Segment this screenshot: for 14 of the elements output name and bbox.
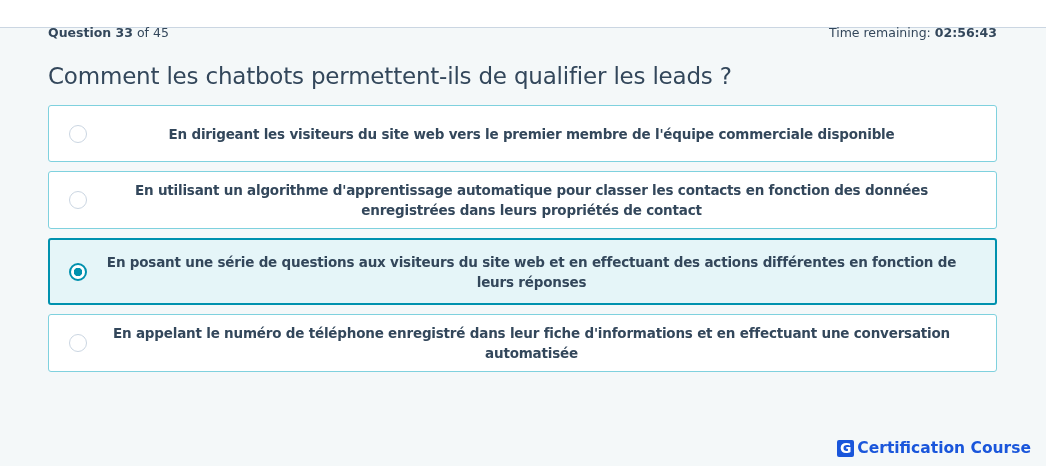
answer-option[interactable]: En utilisant un algorithme d'apprentissage automatique pour classer les contacts en fonction des données enregistrées dans leurs propriétés de contact [48, 171, 997, 229]
answer-option[interactable]: En dirigeant les visiteurs du site web vers le premier membre de l'équipe commerciale disponible [48, 105, 997, 162]
answer-text: En appelant le numéro de téléphone enregistré dans leur fiche d'informations et en effectuant une conversation automatisée [112, 324, 951, 363]
answer-text: En posant une série de questions aux visiteurs du site web et en effectuant des actions différentes en fonction de leurs réponses [105, 252, 958, 292]
radio-button[interactable] [69, 262, 87, 281]
question-counter: Question 33 of 45 [48, 25, 169, 41]
time-remaining: Time remaining: 02:56:43 [828, 25, 997, 41]
answer-text: En utilisant un algorithme d'apprentissage automatique pour classer les contacts en fonction des données enregistrées dans leurs propriétés de contact [133, 181, 930, 220]
logo-icon: G [837, 439, 855, 457]
answer-text: En dirigeant les visiteurs du site web vers le premier membre de l'équipe commerciale disponible [167, 124, 896, 144]
answer-option[interactable]: En appelant le numéro de téléphone enregistré dans leur fiche d'informations et en effectuant une conversation automatisée [48, 314, 997, 372]
answer-option[interactable]: En posant une série de questions aux visiteurs du site web et en effectuant des actions différentes en fonction de leurs réponses [48, 238, 997, 305]
question-text: Comment les chatbots permettent-ils de qualifier les leads ? [48, 63, 733, 89]
brand-name: Certification Course [857, 439, 1031, 457]
